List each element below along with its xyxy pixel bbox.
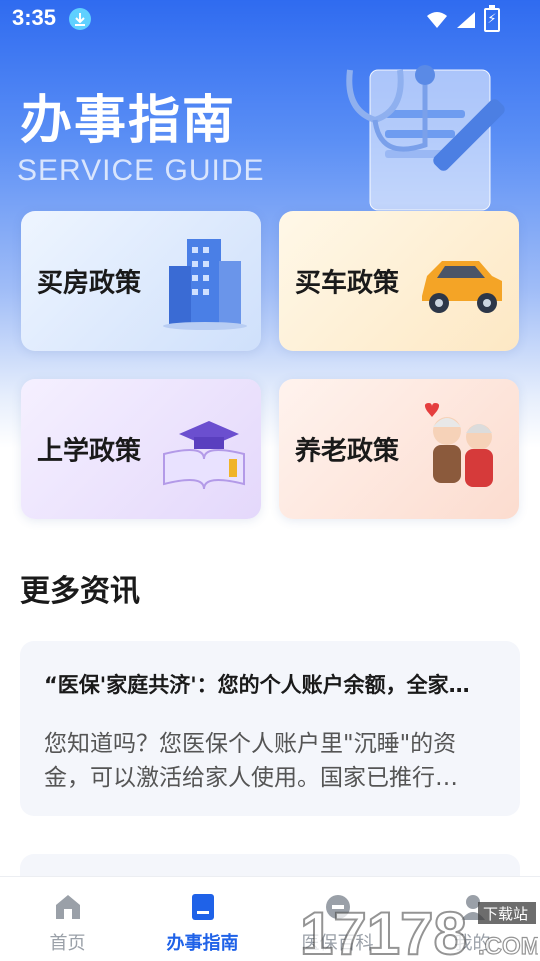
watermark-badge: 下载站 bbox=[483, 905, 528, 923]
book-icon bbox=[191, 894, 214, 920]
card-label: 上学政策 bbox=[37, 436, 142, 467]
watermark-logo: 17178 下载站 .COM bbox=[300, 899, 538, 960]
tab-service-guide[interactable]: 办事指南 bbox=[135, 877, 270, 961]
battery-icon: ⚡ bbox=[484, 5, 500, 32]
page-subtitle: SERVICE GUIDE bbox=[17, 154, 265, 187]
signal-icon bbox=[457, 12, 475, 28]
card-label: 养老政策 bbox=[295, 436, 400, 467]
building-icon bbox=[163, 239, 247, 330]
section-title-more-news: 更多资讯 bbox=[20, 574, 140, 609]
card-label: 买房政策 bbox=[37, 268, 142, 299]
tab-label: 首页 bbox=[49, 933, 86, 954]
news-summary: 您知道吗？您医保个人账户里"沉睡"的资金，可以激活给家人使用。国家已推行… bbox=[44, 731, 458, 791]
watermark-number: 17178 bbox=[300, 900, 467, 960]
status-time: 3:35 bbox=[12, 5, 57, 30]
home-icon bbox=[55, 895, 80, 919]
tab-label: 办事指南 bbox=[166, 933, 239, 954]
page-title: 办事指南 bbox=[20, 91, 237, 151]
wifi-icon bbox=[427, 12, 447, 28]
status-bar: 3:35 ⚡ bbox=[0, 0, 540, 36]
card-housing-policy[interactable]: 买房政策 bbox=[21, 211, 261, 351]
card-label: 买车政策 bbox=[295, 268, 400, 299]
car-icon bbox=[422, 261, 502, 313]
graduation-book-icon bbox=[163, 421, 245, 490]
news-title: “医保'家庭共济'：您的个人账户余额，全家… bbox=[44, 673, 470, 697]
tab-home[interactable]: 首页 bbox=[0, 877, 135, 961]
medical-document-icon bbox=[346, 65, 505, 211]
card-education-policy[interactable]: 上学政策 bbox=[21, 379, 261, 519]
download-icon bbox=[69, 8, 91, 30]
news-card[interactable]: “医保'家庭共济'：您的个人账户余额，全家… 您知道吗？您医保个人账户里"沉睡"… bbox=[20, 641, 520, 816]
card-pension-policy[interactable]: 养老政策 bbox=[279, 379, 519, 519]
elderly-couple-icon bbox=[424, 403, 493, 487]
card-car-policy[interactable]: 买车政策 bbox=[279, 211, 519, 351]
watermark-suffix: .COM bbox=[478, 933, 538, 960]
